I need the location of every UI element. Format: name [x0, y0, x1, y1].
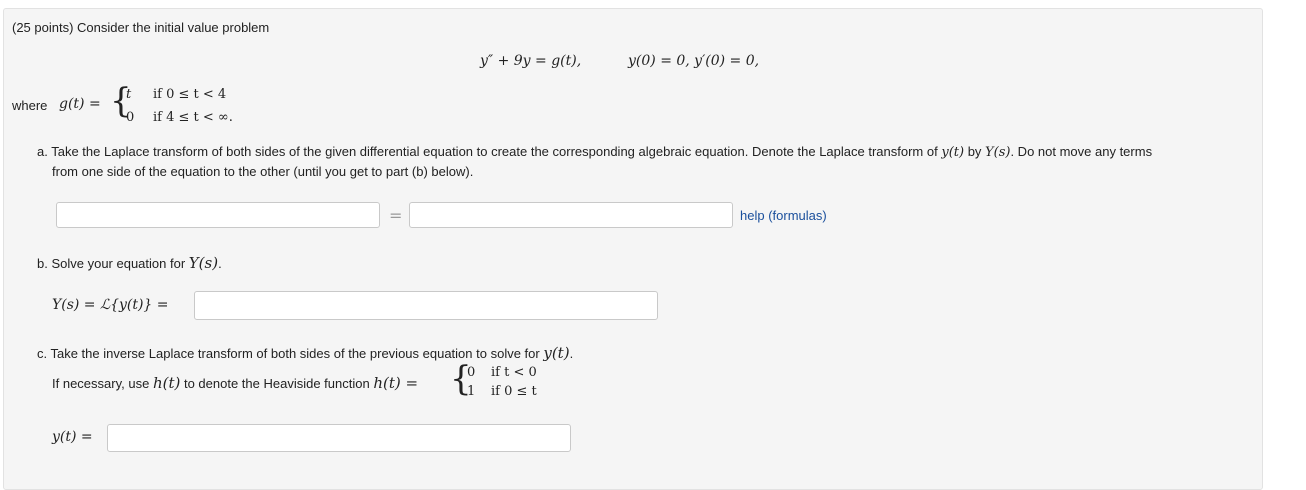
heaviside-h-symbol: h(t): [152, 374, 181, 392]
help-formulas-link[interactable]: help (formulas): [740, 208, 827, 223]
g-case2-value: 0: [126, 110, 135, 125]
heaviside-middle: to denote the Heaviside function: [183, 376, 370, 391]
part-a-Y-symbol: Y(s): [985, 145, 1011, 160]
g-lhs: g(t) =: [59, 96, 101, 112]
h-case2-condition: if 0 ≤ t: [491, 384, 537, 399]
part-a-y-symbol: y(t): [941, 145, 965, 160]
problem-header: (25 points) Consider the initial value p…: [12, 20, 270, 35]
problem-panel: [3, 8, 1263, 490]
part-b-instructions: b. Solve your equation for Y(s).: [37, 254, 222, 272]
equals-sign: =: [389, 206, 403, 225]
laplace-lhs-input[interactable]: [56, 202, 380, 228]
part-b-Y-symbol: Y(s): [188, 254, 219, 272]
heaviside-lhs: h(t) =: [373, 374, 419, 392]
part-b-text-suffix: .: [218, 256, 222, 271]
g-case1-value: t: [126, 87, 132, 102]
heaviside-prefix: If necessary, use: [52, 376, 150, 391]
h-case1-condition: if t < 0: [491, 365, 537, 380]
part-a-text-prefix: a. Take the Laplace transform of both si…: [37, 144, 938, 159]
part-a-by-word: by: [967, 144, 982, 159]
part-a-instructions: a. Take the Laplace transform of both si…: [37, 144, 1152, 160]
g-case1-condition: if 0 ≤ t < 4: [153, 87, 227, 102]
g-case2-condition: if 4 ≤ t < ∞.: [153, 110, 233, 125]
part-b-answer-label: Y(s) = ℒ{y(t)} =: [52, 297, 169, 313]
part-c-instructions: c. Take the inverse Laplace transform of…: [37, 344, 573, 362]
heaviside-note: If necessary, use h(t) to denote the Hea…: [52, 374, 418, 392]
part-a-instructions-line2: from one side of the equation to the oth…: [52, 164, 474, 179]
ode-equation: y″ + 9y = g(t),: [480, 53, 582, 69]
initial-conditions: y(0) = 0, y′(0) = 0,: [628, 53, 760, 69]
h-case2-value: 1: [467, 384, 476, 399]
part-c-answer-label: y(t) =: [52, 429, 93, 445]
h-case1-value: 0: [467, 365, 476, 380]
y-of-t-input[interactable]: [107, 424, 571, 452]
laplace-rhs-input[interactable]: [409, 202, 733, 228]
where-label: where: [12, 98, 48, 113]
part-c-text-suffix: .: [569, 346, 574, 361]
Y-of-s-input[interactable]: [194, 291, 658, 320]
part-b-text-prefix: b. Solve your equation for: [37, 256, 186, 271]
part-c-y-symbol: y(t): [543, 344, 570, 362]
part-a-text-suffix: . Do not move any terms: [1010, 144, 1153, 159]
